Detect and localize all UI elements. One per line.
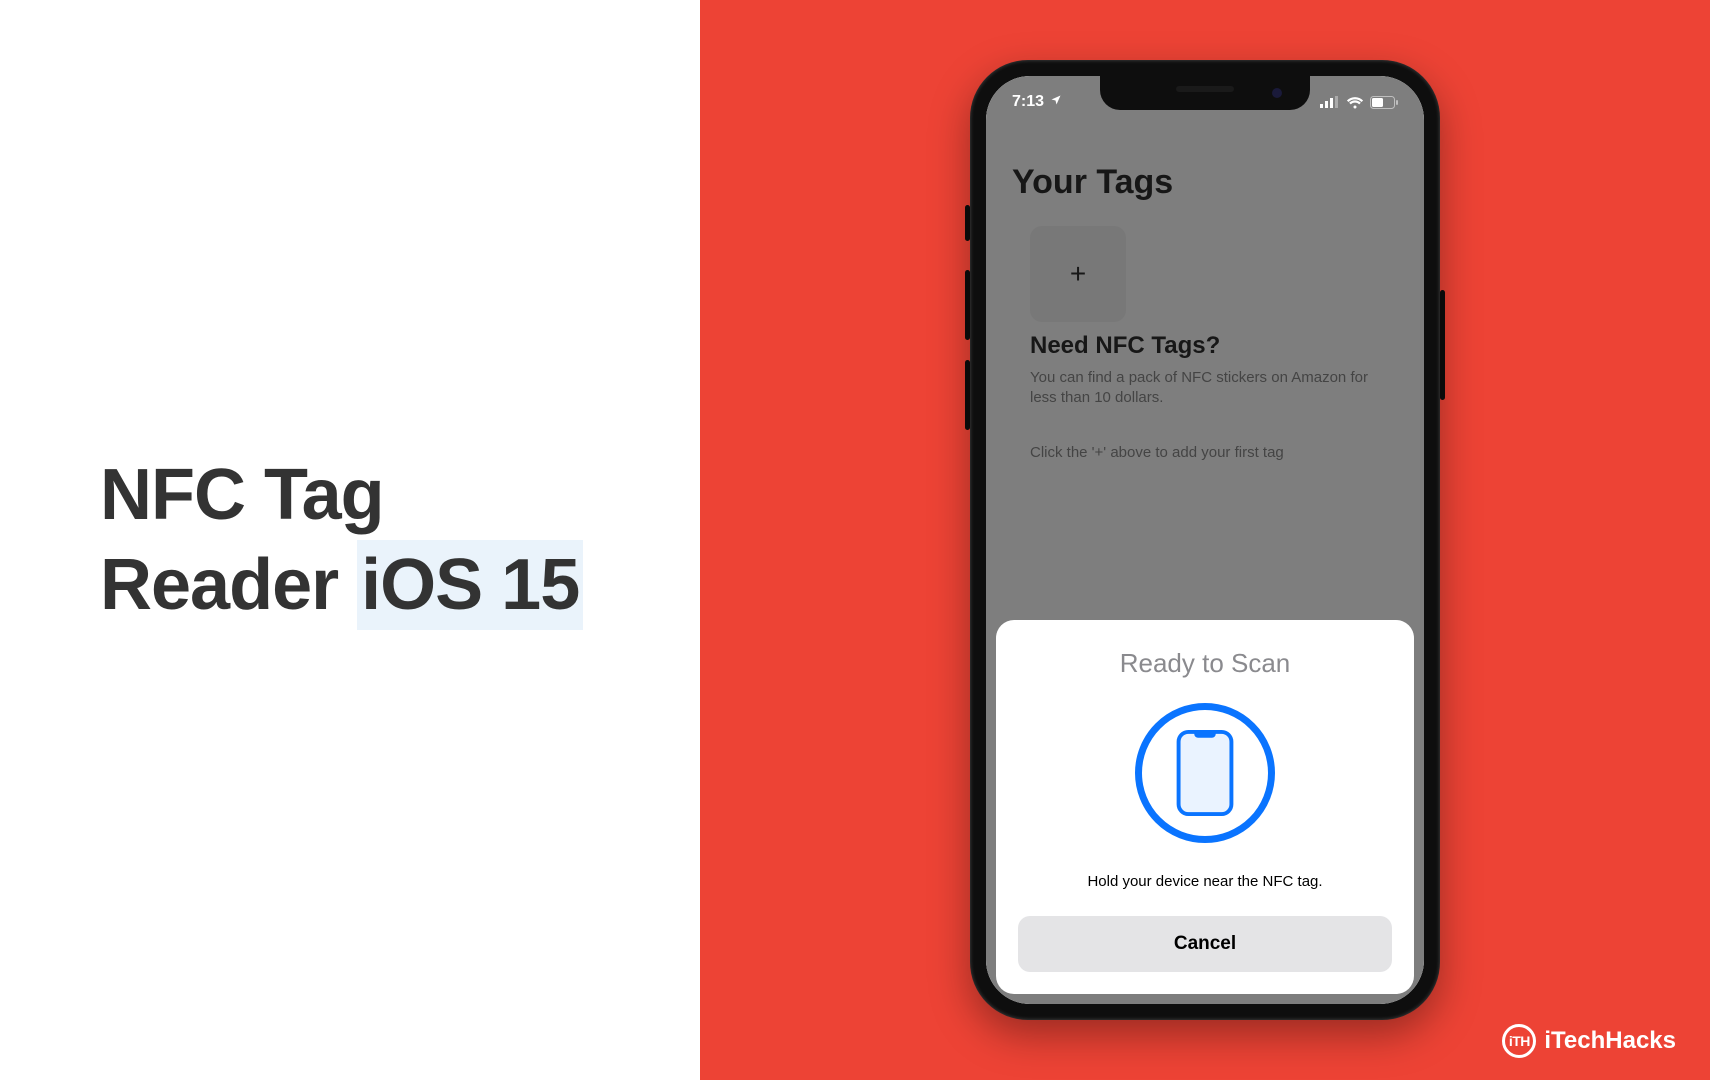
sheet-title: Ready to Scan [1120, 648, 1291, 679]
volume-down-button [965, 360, 970, 430]
cancel-button-label: Cancel [1174, 933, 1236, 955]
watermark-text: iTechHacks [1544, 1027, 1676, 1055]
earpiece [1176, 86, 1234, 92]
nfc-scan-icon [1135, 703, 1275, 843]
silence-switch [965, 205, 970, 241]
wifi-icon [1346, 96, 1364, 109]
headline-line2-prefix: Reader [100, 545, 357, 625]
power-button [1440, 290, 1445, 400]
watermark: iTH iTechHacks [1502, 1024, 1676, 1058]
status-time: 7:13 [1012, 93, 1044, 111]
phone-frame: Your Tags + Need NFC Tags? You can find … [970, 60, 1440, 1020]
headline-highlight: iOS 15 [357, 540, 583, 630]
phone-screen: Your Tags + Need NFC Tags? You can find … [986, 76, 1424, 1004]
battery-icon [1370, 96, 1398, 109]
cancel-button[interactable]: Cancel [1018, 916, 1392, 972]
nfc-scan-sheet: Ready to Scan Hold your device near the … [996, 620, 1414, 994]
phone-notch [1100, 76, 1310, 110]
mockup-panel: Your Tags + Need NFC Tags? You can find … [700, 0, 1710, 1080]
headline: NFC Tag Reader iOS 15 [100, 450, 583, 630]
cellular-signal-icon [1320, 96, 1340, 108]
volume-up-button [965, 270, 970, 340]
headline-line1: NFC Tag [100, 455, 384, 535]
front-camera [1272, 88, 1282, 98]
sheet-message: Hold your device near the NFC tag. [1087, 873, 1322, 890]
watermark-badge: iTH [1502, 1024, 1536, 1058]
title-panel: NFC Tag Reader iOS 15 [0, 0, 700, 1080]
location-icon [1050, 93, 1062, 111]
